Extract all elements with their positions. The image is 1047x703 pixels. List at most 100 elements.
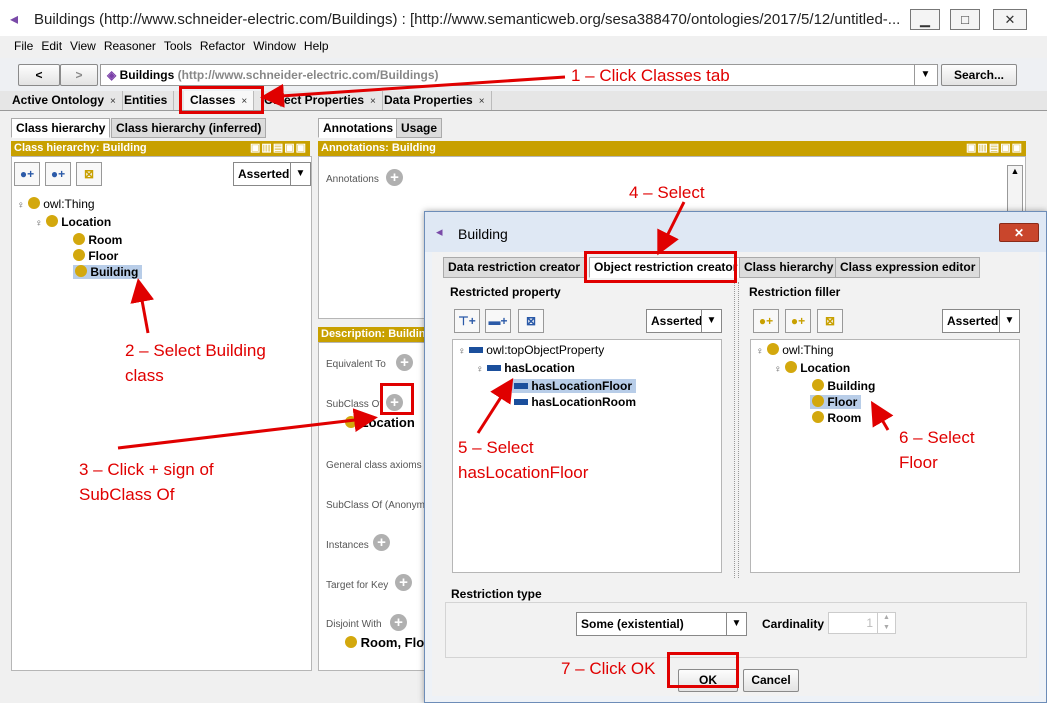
tab-class-hierarchy-dialog[interactable]: Class hierarchy [739,257,839,278]
restriction-type-label: Restriction type [451,587,542,601]
dialog-title-bar: ◂ Building ✕ [425,212,1046,252]
menu-bar: File Edit View Reasoner Tools Refactor Window H… [0,36,1047,57]
tab-annotations[interactable]: Annotations [318,118,398,138]
property-mode-dropdown[interactable]: Asserted ▼ [646,309,722,333]
tree-item-top-object-property[interactable]: ♀ owl:topObjectProperty [458,342,636,360]
tab-class-hierarchy-inferred[interactable]: Class hierarchy (inferred) [111,118,267,138]
step5-annotation: 5 – Select hasLocationFloor [458,438,589,482]
cardinality-label: Cardinality [762,617,825,631]
add-sub-property-icon[interactable]: ⊤+ [454,309,480,333]
menu-edit[interactable]: Edit [41,36,62,57]
cancel-button[interactable]: Cancel [743,669,799,692]
tree-item-owl-thing[interactable]: ♀ owl:Thing [756,342,875,360]
back-button[interactable]: < [18,64,60,86]
tree-item-has-location[interactable]: ♀ hasLocation [458,360,636,378]
window-title: Buildings (http://www.schneider-electric… [34,11,901,28]
spinner-arrows-icon[interactable]: ▲ ▼ [877,613,895,633]
tab-class-expression-editor[interactable]: Class expression editor [835,257,981,278]
chevron-down-icon[interactable]: ▼ [701,310,721,332]
subclass-of-label: SubClass Of [326,399,383,410]
menu-refactor[interactable]: Refactor [200,36,245,57]
ontology-dropdown-button[interactable]: ▼ [914,65,936,85]
chevron-down-icon[interactable]: ▼ [726,613,746,635]
equivalent-to-label: Equivalent To [326,359,386,370]
tree-item-floor[interactable]: Floor [17,248,142,264]
title-bar: ◂ Buildings (http://www.schneider-electr… [0,0,1047,36]
split-divider[interactable] [734,282,739,578]
add-subclass-icon[interactable]: ●+ [753,309,779,333]
search-button[interactable]: Search... [941,64,1017,86]
tab-object-properties[interactable]: Object Properties × [258,91,383,110]
tab-class-hierarchy[interactable]: Class hierarchy [11,118,111,138]
delete-property-icon[interactable]: ⊠ [518,309,544,333]
add-subclass-icon[interactable]: ●+ [14,162,40,186]
ontology-name: Buildings [119,68,175,82]
highlight-object-restriction-tab [584,251,737,283]
class-hierarchy-header: Class hierarchy: Building ▣▥▤▣▣ [11,141,310,156]
dialog-close-icon[interactable]: ✕ [999,223,1039,242]
class-hierarchy-mode[interactable]: Asserted ▼ [233,162,311,186]
step4-annotation: 4 – Select [629,183,705,202]
maximize-icon[interactable]: □ [950,9,980,30]
tree-item-room[interactable]: Room [17,232,142,248]
add-disjoint-icon[interactable]: + [390,614,407,631]
forward-button[interactable]: > [60,64,98,86]
menu-window[interactable]: Window [253,36,296,57]
highlight-ok-button [667,652,739,688]
tab-entities[interactable]: Entities [118,91,175,110]
close-icon[interactable]: ✕ [993,9,1027,30]
add-key-icon[interactable]: + [395,574,412,591]
menu-view[interactable]: View [70,36,96,57]
add-sibling-icon[interactable]: ●+ [45,162,71,186]
minimize-icon[interactable]: ▁ [910,9,940,30]
disjoint-with-label: Disjoint With [326,619,382,630]
ontology-iri: (http://www.schneider-electric.com/Build… [177,68,439,82]
cardinality-spinner[interactable]: 1 ▲ ▼ [828,612,896,634]
add-sibling-property-icon[interactable]: ▬+ [485,309,511,333]
restriction-type-dropdown[interactable]: Some (existential) ▼ [576,612,747,636]
tree-item-room[interactable]: Room [756,410,875,426]
chevron-down-icon[interactable]: ▼ [290,163,310,185]
tab-data-restriction-creator[interactable]: Data restriction creator [443,257,586,278]
view-controls-icon[interactable]: ▣▥▤▣▣ [250,141,307,156]
tab-usage[interactable]: Usage [396,118,443,138]
ontology-icon: ◈ [107,68,117,82]
step6-annotation: 6 – Select Floor [899,428,975,472]
add-annotation-icon[interactable]: + [386,169,403,186]
chevron-down-icon[interactable]: ▼ [999,310,1019,332]
class-tree: ♀ owl:Thing ♀ Location Room Floor Buildi… [17,196,143,280]
tree-item-building[interactable]: Building [756,378,875,394]
tree-item-location[interactable]: ♀ Location [17,214,142,232]
instances-label: Instances [326,540,369,551]
tree-item-has-location-floor[interactable]: hasLocationFloor [458,378,637,394]
protege-icon: ◂ [436,224,443,239]
restriction-filler-label: Restriction filler [749,285,841,299]
tab-data-properties[interactable]: Data Properties × [378,91,492,110]
description-header: Description: Buildin [318,327,426,342]
add-equivalent-icon[interactable]: + [396,354,413,371]
step1-annotation: 1 – Click Classes tab [571,66,730,85]
menu-reasoner[interactable]: Reasoner [104,36,156,57]
menu-help[interactable]: Help [304,36,329,57]
tree-item-building[interactable]: Building [17,264,143,280]
step7-annotation: 7 – Click OK [561,659,656,678]
tree-item-floor[interactable]: Floor [756,394,875,410]
ontology-field[interactable]: ◈ Buildings (http://www.schneider-electr… [100,64,938,86]
class-hierarchy-panel: ●+ ●+ ⊠ Asserted ▼ ♀ owl:Thing ♀ Locatio… [11,156,312,671]
subclass-of-value: Location [345,415,415,430]
menu-tools[interactable]: Tools [164,36,192,57]
menu-file[interactable]: File [14,36,33,57]
add-sibling-icon[interactable]: ●+ [785,309,811,333]
target-for-key-label: Target for Key [326,580,389,591]
dialog-title: Building [458,226,508,242]
tree-item-location[interactable]: ♀ Location [756,360,875,378]
filler-mode-dropdown[interactable]: Asserted ▼ [942,309,1020,333]
add-instance-icon[interactable]: + [373,534,390,551]
delete-class-icon[interactable]: ⊠ [817,309,843,333]
annotations-label: Annotations [326,174,379,185]
tab-active-ontology[interactable]: Active Ontology × [6,91,123,110]
tree-item-owl-thing[interactable]: ♀ owl:Thing [17,196,142,214]
tree-item-has-location-room[interactable]: hasLocationRoom [458,394,636,410]
delete-class-icon[interactable]: ⊠ [76,162,102,186]
view-controls-icon[interactable]: ▣▥▤▣▣ [966,141,1023,156]
